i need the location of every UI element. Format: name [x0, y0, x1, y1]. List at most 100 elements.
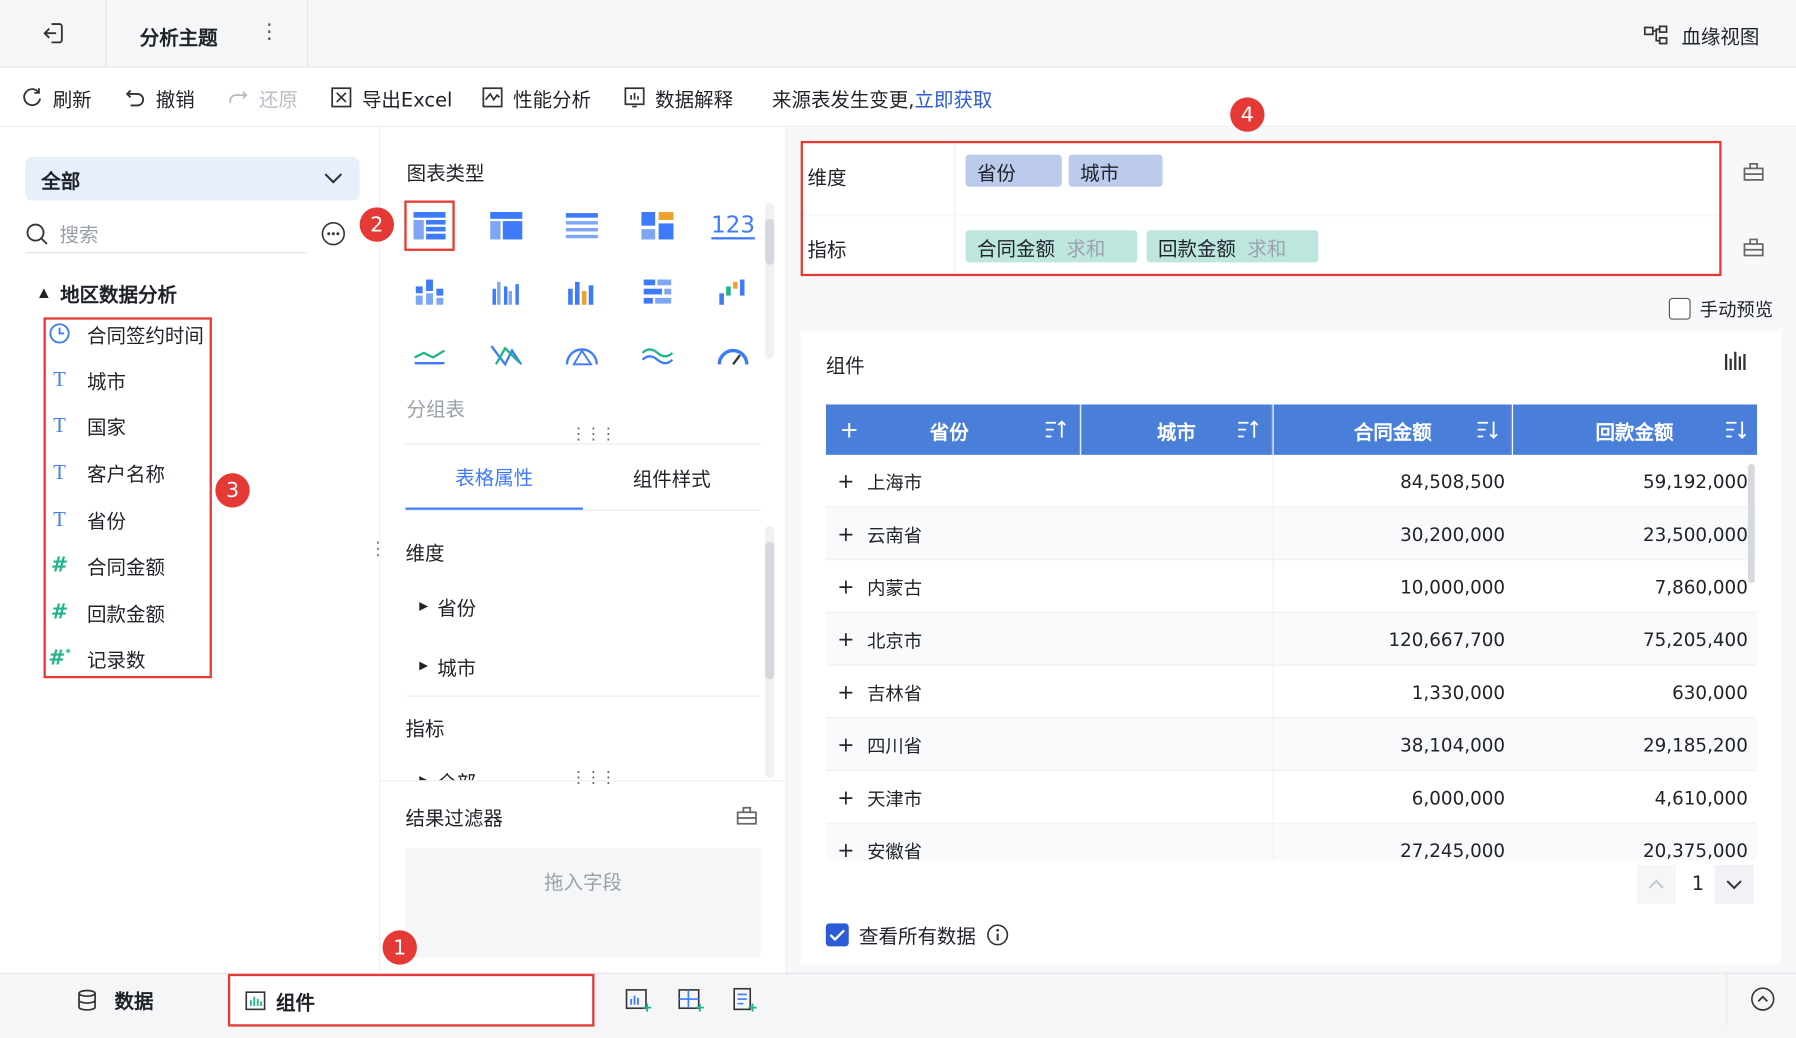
table-row[interactable]: + 吉林省 1,330,000 630,000	[825, 665, 1758, 719]
chart-type-grouped-table[interactable]	[404, 200, 455, 251]
chart-type-stacked-bar[interactable]	[404, 267, 454, 317]
chart-type-area-radar[interactable]	[557, 329, 607, 379]
tab-table-properties[interactable]: 表格属性	[405, 443, 584, 510]
redo-button[interactable]: 还原	[227, 68, 298, 128]
kpi-icon: 123	[711, 210, 755, 240]
chart-type-radar-line[interactable]	[481, 329, 531, 379]
properties-scrollbar[interactable]	[765, 525, 775, 778]
data-panel: 全部 搜索 ▲ 地区数据分析 合同签约时间 T 城市 T 国家 T 客户名称 T…	[0, 127, 405, 973]
sort-icon[interactable]	[1476, 419, 1499, 440]
chart-type-waterfall[interactable]	[708, 267, 758, 317]
row-expand-icon[interactable]: +	[837, 508, 854, 561]
more-menu-icon[interactable]: ⋮	[259, 19, 280, 43]
table-row[interactable]: + 内蒙古 10,000,000 7,860,000	[825, 560, 1758, 613]
table-row[interactable]: + 上海市 84,508,500 59,192,000	[825, 454, 1758, 508]
group-name: 地区数据分析	[60, 284, 177, 308]
export-excel-button[interactable]: 导出Excel	[330, 68, 452, 128]
table-row[interactable]: + 安徽省 27,245,000 20,375,000	[825, 823, 1758, 861]
row-expand-icon[interactable]: +	[837, 560, 854, 613]
undo-button[interactable]: 撤销	[124, 68, 195, 128]
chart-type-area[interactable]	[632, 329, 682, 379]
exit-icon[interactable]	[41, 21, 66, 46]
fetch-now-link[interactable]: 立即获取	[914, 83, 992, 112]
row-expand-icon[interactable]: +	[837, 455, 854, 508]
chart-type-grouped-bar[interactable]	[481, 267, 531, 317]
chart-type-gauge[interactable]	[708, 329, 758, 379]
filter-settings-icon[interactable]	[735, 803, 758, 826]
checkbox-box	[1668, 297, 1691, 320]
performance-analysis-button[interactable]: 性能分析	[481, 68, 591, 128]
row-expand-icon[interactable]: +	[837, 824, 854, 860]
view-all-data-checkbox[interactable]: 查看所有数据	[825, 920, 1009, 949]
lineage-view-button[interactable]: 血缘视图	[1643, 21, 1759, 49]
row-expand-icon[interactable]: +	[837, 613, 854, 666]
sort-icon[interactable]	[1725, 419, 1748, 440]
preview-panel: 维度 省份 城市 指标 合同金额 求和 回款金额 求和 4 手动预览 组件 + …	[786, 97, 1796, 973]
expand-all-icon[interactable]: +	[840, 416, 859, 443]
data-tab[interactable]: 数据	[76, 974, 153, 1026]
chart-type-horizontal-bar[interactable]	[632, 267, 682, 317]
table-header-city[interactable]: 城市	[1081, 404, 1273, 455]
chart-type-multi-bar[interactable]	[557, 267, 607, 317]
dimension-settings-icon[interactable]	[1742, 159, 1765, 182]
lineage-icon	[1643, 24, 1668, 44]
stacked-bar-icon	[415, 279, 444, 305]
source-change-notice: 来源表发生变更, 立即获取	[772, 68, 992, 128]
chart-type-line[interactable]	[404, 329, 454, 379]
annotation-box-4	[800, 140, 1722, 277]
annotation-badge-2: 2	[359, 207, 395, 242]
drag-handle-icon[interactable]: ⋮⋮⋮	[570, 425, 616, 443]
page-up-button[interactable]	[1636, 865, 1676, 904]
table-header-payment-amount[interactable]: 回款金额	[1513, 404, 1758, 455]
fan-chart-icon	[565, 348, 598, 366]
tab-component-style[interactable]: 组件样式	[583, 443, 761, 509]
dimension-item[interactable]: ▶ 城市	[419, 652, 476, 681]
chart-type-detail-table[interactable]	[557, 200, 607, 250]
add-report-icon[interactable]	[731, 987, 758, 1013]
chart-type-cross-table[interactable]	[481, 200, 531, 250]
cross-table-icon	[490, 211, 523, 240]
component-tab[interactable]: 组件	[227, 973, 595, 1027]
horizontal-bar-icon	[643, 279, 672, 304]
filter-drop-zone[interactable]: 拖入字段	[405, 847, 761, 958]
row-expand-icon[interactable]: +	[837, 771, 854, 824]
data-explain-button[interactable]: 数据解释	[623, 68, 733, 128]
table-header-contract-amount[interactable]: 合同金额	[1273, 404, 1512, 455]
sort-icon[interactable]	[1237, 419, 1260, 440]
dimension-item[interactable]: ▶ 省份	[419, 592, 476, 621]
table-row[interactable]: + 云南省 30,200,000 23,500,000	[825, 507, 1758, 561]
chevron-down-icon	[1726, 880, 1742, 890]
add-dashboard-icon[interactable]	[678, 988, 705, 1013]
add-chart-component-icon[interactable]	[625, 988, 652, 1013]
page-down-button[interactable]	[1714, 865, 1754, 904]
properties-panel: 图表类型 123 分组表 ⋮⋮⋮ 表格属性 组件样式 维度 ▶ 省份 ▶ 城市 …	[380, 127, 787, 973]
row-expand-icon[interactable]: +	[837, 718, 854, 771]
metric-settings-icon[interactable]	[1742, 235, 1765, 258]
field-scope-select[interactable]: 全部	[25, 156, 360, 201]
table-row[interactable]: + 北京市 120,667,700 75,205,400	[825, 612, 1758, 666]
annotation-badge-1: 1	[382, 930, 417, 965]
table-header-province[interactable]: + 省份	[825, 404, 1081, 455]
table-row[interactable]: + 四川省 38,104,000 29,185,200	[825, 718, 1758, 772]
info-icon	[987, 923, 1009, 945]
search-input[interactable]: 搜索	[25, 214, 307, 254]
chart-type-scrollbar[interactable]	[765, 202, 775, 359]
excel-icon	[331, 87, 352, 108]
more-options-icon[interactable]	[321, 221, 346, 246]
chart-component-icon	[245, 991, 266, 1011]
chart-type-card[interactable]	[632, 200, 682, 250]
refresh-button[interactable]: 刷新	[21, 68, 92, 128]
drag-handle-icon[interactable]: ⋮⋮⋮	[570, 769, 616, 787]
manual-preview-checkbox[interactable]: 手动预览	[1668, 294, 1773, 321]
chart-type-kpi[interactable]: 123	[708, 200, 758, 250]
page-number: 1	[1691, 873, 1705, 896]
chart-toggle-icon[interactable]	[1724, 349, 1747, 372]
field-group[interactable]: ▲ 地区数据分析	[39, 278, 177, 307]
sort-icon[interactable]	[1045, 419, 1068, 440]
row-expand-icon[interactable]: +	[837, 666, 854, 719]
collapse-up-icon[interactable]	[1750, 986, 1775, 1011]
refresh-icon	[23, 88, 41, 107]
dimension-section-label: 维度	[405, 543, 445, 566]
table-scrollbar[interactable]	[1747, 464, 1755, 584]
table-row[interactable]: + 天津市 6,000,000 4,610,000	[825, 771, 1758, 824]
